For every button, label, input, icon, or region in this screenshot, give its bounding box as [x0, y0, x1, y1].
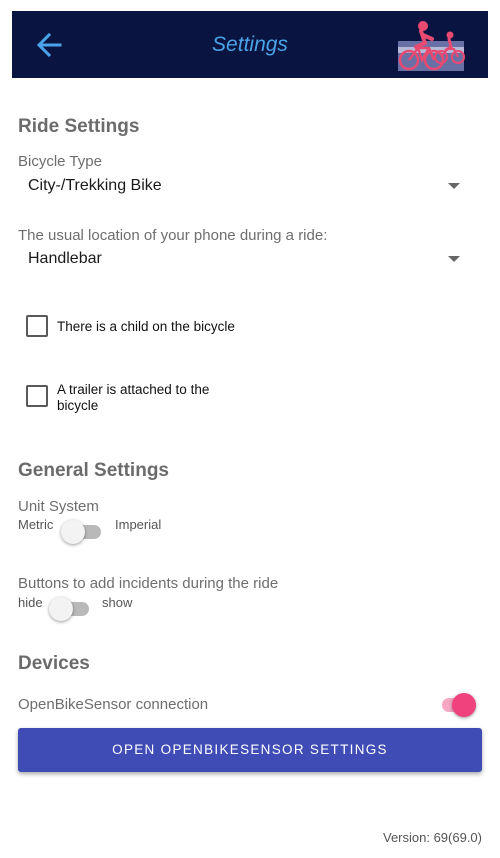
phone-location-label: The usual location of your phone during …: [18, 227, 328, 244]
child-checkbox[interactable]: [26, 315, 48, 337]
switch-thumb: [452, 693, 476, 717]
incident-buttons-on-label: show: [102, 595, 133, 610]
unit-system-switch[interactable]: [61, 519, 103, 544]
incident-buttons-off-label: hide: [18, 595, 43, 610]
incident-buttons-switch[interactable]: [49, 596, 91, 621]
general-settings-title: General Settings: [18, 460, 169, 481]
trailer-checkbox-row[interactable]: A trailer is attached to the bicycle: [26, 382, 286, 419]
bicycle-type-value: City-/Trekking Bike: [28, 177, 162, 194]
trailer-checkbox-label: A trailer is attached to the bicycle: [57, 382, 210, 413]
obs-connection-label: OpenBikeSensor connection: [18, 696, 209, 713]
child-checkbox-label: There is a child on the bicycle: [57, 319, 235, 334]
bicycle-type-label: Bicycle Type: [18, 153, 102, 170]
dropdown-arrow-icon: [448, 183, 460, 189]
version-text: Version: 69(69.0): [382, 830, 482, 845]
obs-connection-switch[interactable]: [436, 692, 478, 717]
devices-title: Devices: [18, 653, 90, 674]
unit-system-on-label: Imperial: [115, 517, 162, 532]
switch-thumb: [49, 597, 73, 621]
child-checkbox-row[interactable]: There is a child on the bicycle: [26, 315, 286, 339]
app-bar: Settings: [12, 11, 488, 78]
cyclists-logo-icon: [398, 21, 465, 71]
open-obs-settings-button[interactable]: OPEN OPENBIKESENSOR SETTINGS: [18, 728, 482, 772]
unit-system-label: Unit System: [18, 498, 99, 515]
ride-settings-title: Ride Settings: [18, 116, 140, 137]
incident-buttons-label: Buttons to add incidents during the ride: [18, 575, 279, 592]
switch-thumb: [61, 520, 85, 544]
unit-system-off-label: Metric: [18, 517, 54, 532]
dropdown-arrow-icon: [448, 256, 460, 262]
trailer-checkbox[interactable]: [26, 385, 48, 407]
phone-location-dropdown[interactable]: Handlebar: [18, 245, 468, 275]
phone-location-value: Handlebar: [28, 250, 102, 267]
bicycle-type-dropdown[interactable]: City-/Trekking Bike: [18, 172, 468, 202]
